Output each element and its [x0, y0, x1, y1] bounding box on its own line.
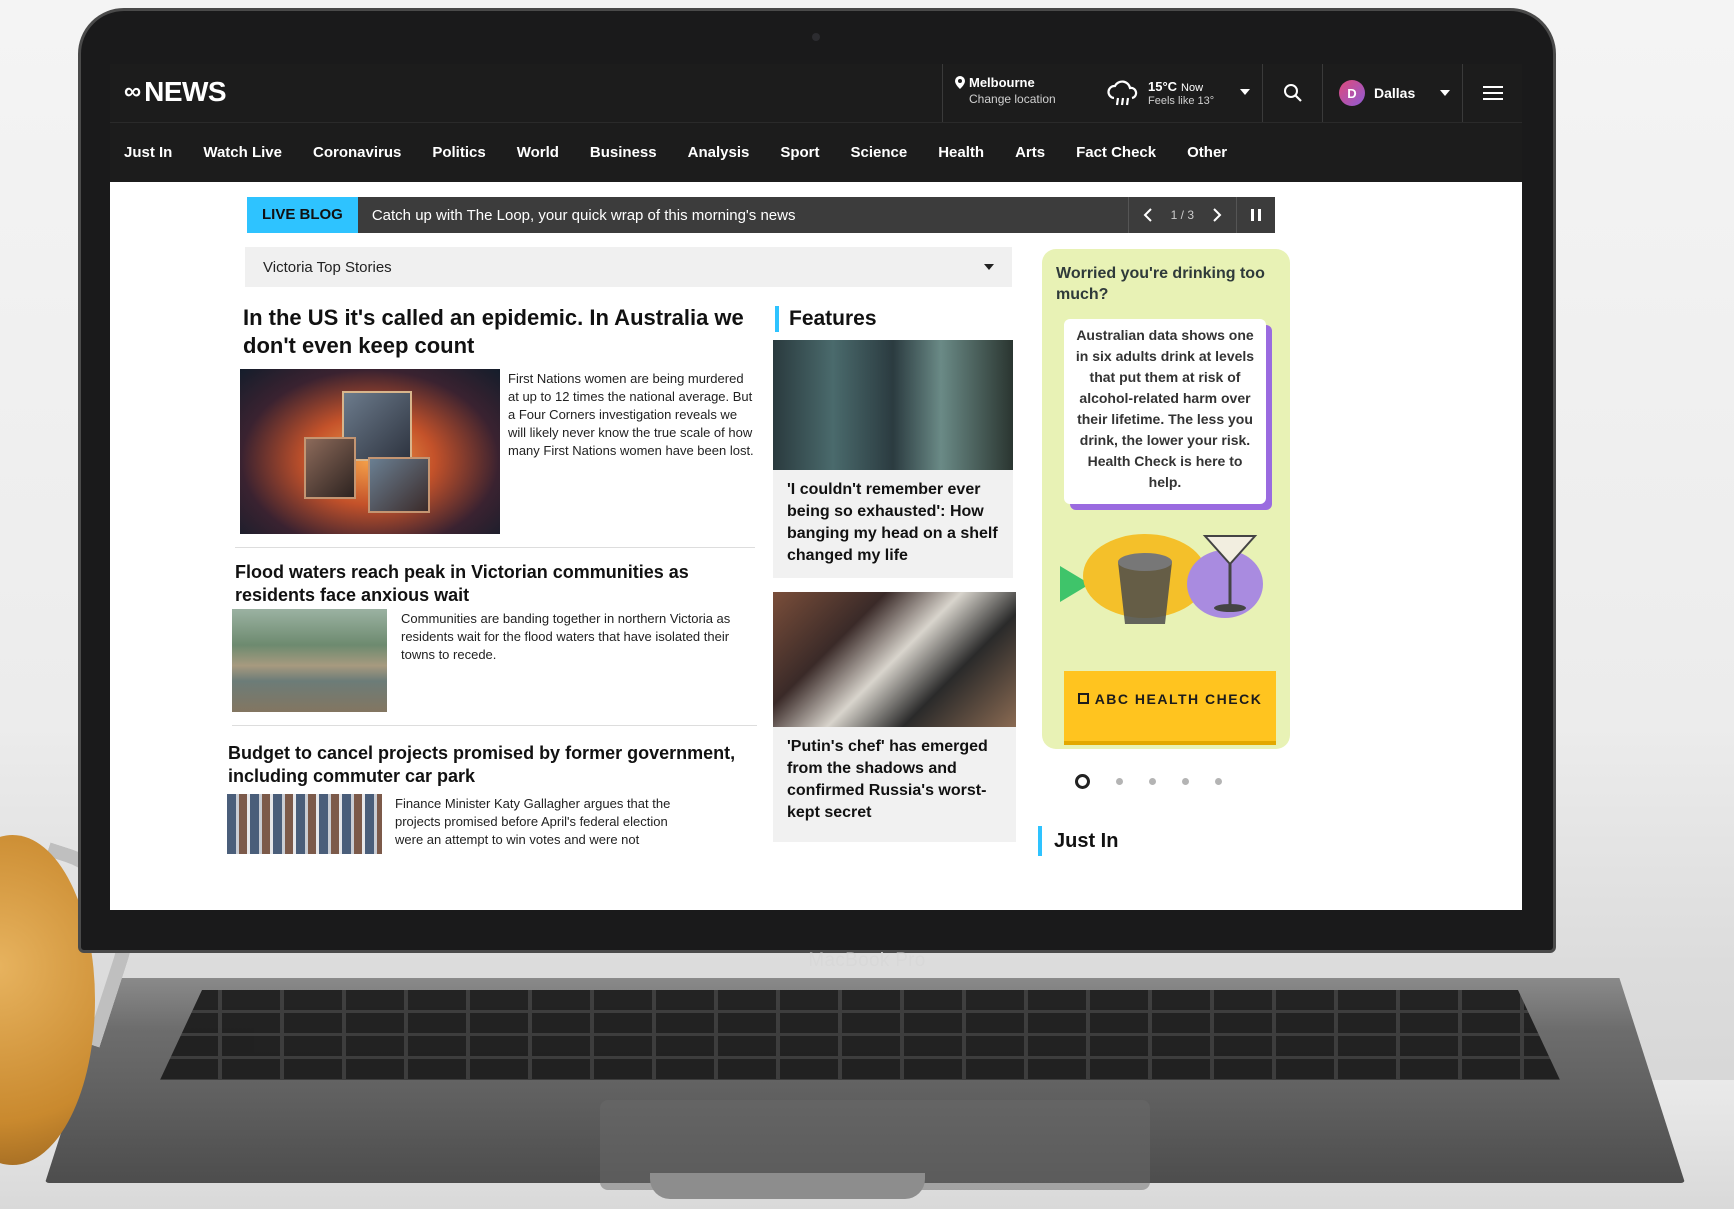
feature-card-title[interactable]: 'I couldn't remember ever being so exhau…	[773, 470, 1013, 567]
carousel-dot-active[interactable]	[1075, 774, 1090, 789]
feature-card-image	[773, 340, 1013, 470]
nav-item-world[interactable]: World	[517, 144, 559, 161]
weather-feels-like: Feels like 13°	[1148, 95, 1215, 107]
divider	[235, 547, 755, 548]
features-heading: Features	[775, 306, 877, 332]
story-image[interactable]	[227, 794, 382, 854]
chevron-left-icon[interactable]	[1143, 207, 1153, 223]
abc-logo-mark-icon: ∞	[124, 78, 141, 105]
story-headline[interactable]: In the US it's called an epidemic. In Au…	[243, 304, 753, 360]
change-location-link[interactable]: Change location	[969, 92, 1102, 106]
chevron-right-icon[interactable]	[1212, 207, 1222, 223]
laptop-keyboard	[160, 990, 1560, 1080]
nav-item-coronavirus[interactable]: Coronavirus	[313, 144, 401, 161]
feature-card[interactable]: 'I couldn't remember ever being so exhau…	[773, 340, 1013, 578]
main-nav: Just In Watch Live Coronavirus Politics …	[110, 122, 1522, 182]
carousel-dot[interactable]	[1116, 778, 1123, 785]
feature-card[interactable]: 'Putin's chef' has emerged from the shad…	[773, 592, 1016, 842]
drinks-illustration-icon	[1060, 534, 1263, 624]
site-header: ∞ NEWS Melbourne Change location 15°C Now…	[110, 64, 1522, 122]
nav-item-sport[interactable]: Sport	[780, 144, 819, 161]
location-selector[interactable]: Melbourne Change location	[942, 64, 1102, 122]
weather-temp: 15°C	[1148, 79, 1178, 94]
story-summary: First Nations women are being murdered a…	[508, 371, 754, 458]
story-image[interactable]	[232, 609, 387, 712]
pause-icon	[1251, 209, 1261, 221]
nav-item-science[interactable]: Science	[851, 144, 908, 161]
story-summary: Communities are banding together in nort…	[401, 611, 731, 662]
carousel-dot[interactable]	[1182, 778, 1189, 785]
nav-item-politics[interactable]: Politics	[432, 144, 485, 161]
nav-item-other[interactable]: Other	[1187, 144, 1227, 161]
weather-chevron-down-icon[interactable]	[1240, 89, 1250, 95]
health-check-promo: Worried you're drinking too much? Austra…	[1042, 249, 1290, 749]
feature-card-title[interactable]: 'Putin's chef' has emerged from the shad…	[773, 727, 1016, 824]
nav-item-health[interactable]: Health	[938, 144, 984, 161]
logo-text: NEWS	[144, 76, 227, 107]
search-icon	[1283, 84, 1302, 102]
laptop-brand-label: MacBook Pro	[808, 950, 926, 971]
rain-cloud-icon	[1107, 80, 1138, 106]
promo-body: Australian data shows one in six adults …	[1064, 319, 1266, 504]
abc-news-logo[interactable]: ∞ NEWS	[124, 76, 227, 108]
just-in-heading: Just In	[1038, 826, 1118, 856]
live-blog-controls: 1 / 3	[1127, 197, 1236, 233]
location-pin-icon	[955, 76, 965, 89]
carousel-dot[interactable]	[1149, 778, 1156, 785]
nav-item-fact-check[interactable]: Fact Check	[1076, 144, 1156, 161]
avatar: D	[1339, 80, 1365, 106]
region-dropdown-value: Victoria Top Stories	[263, 258, 392, 276]
nav-item-arts[interactable]: Arts	[1015, 144, 1045, 161]
nav-item-analysis[interactable]: Analysis	[688, 144, 750, 161]
laptop-notch	[650, 1173, 925, 1199]
search-button[interactable]	[1262, 64, 1322, 122]
laptop-screen: ∞ NEWS Melbourne Change location 15°C Now…	[110, 64, 1522, 910]
carousel-dot[interactable]	[1215, 778, 1222, 785]
external-link-icon	[1077, 693, 1089, 704]
weather-widget[interactable]: 15°C Now Feels like 13°	[1106, 72, 1261, 114]
location-city: Melbourne	[969, 75, 1035, 90]
story-image[interactable]	[240, 369, 500, 534]
hamburger-menu-button[interactable]	[1462, 64, 1522, 122]
story-summary: Finance Minister Katy Gallagher argues t…	[395, 796, 671, 847]
feature-card-image	[773, 592, 1016, 727]
story-headline[interactable]: Budget to cancel projects promised by fo…	[228, 742, 758, 788]
user-account-menu[interactable]: D Dallas	[1322, 64, 1462, 122]
live-blog-counter: 1 / 3	[1170, 208, 1194, 222]
user-chevron-down-icon	[1440, 90, 1451, 96]
nav-item-watch-live[interactable]: Watch Live	[203, 144, 282, 161]
promo-button-label: ABC HEALTH CHECK	[1094, 691, 1263, 707]
weather-now-label: Now	[1181, 82, 1204, 94]
webcam	[812, 33, 820, 41]
user-name: Dallas	[1374, 85, 1416, 101]
live-blog-tag: LIVE BLOG	[247, 197, 358, 233]
nav-item-just-in[interactable]: Just In	[124, 144, 172, 161]
carousel-pagination	[1075, 774, 1222, 789]
live-blog-pause-button[interactable]	[1236, 197, 1275, 233]
live-blog-link[interactable]: Catch up with The Loop, your quick wrap …	[372, 207, 1128, 224]
abc-health-check-button[interactable]: ABC HEALTH CHECK	[1064, 671, 1276, 741]
hamburger-menu-icon	[1482, 86, 1503, 100]
live-blog-bar[interactable]: LIVE BLOG Catch up with The Loop, your q…	[247, 197, 1275, 233]
region-dropdown[interactable]: Victoria Top Stories	[245, 247, 1012, 287]
divider	[232, 725, 757, 726]
nav-item-business[interactable]: Business	[590, 144, 657, 161]
chevron-down-icon	[984, 264, 994, 270]
story-headline[interactable]: Flood waters reach peak in Victorian com…	[235, 561, 755, 607]
promo-question: Worried you're drinking too much?	[1056, 265, 1265, 303]
